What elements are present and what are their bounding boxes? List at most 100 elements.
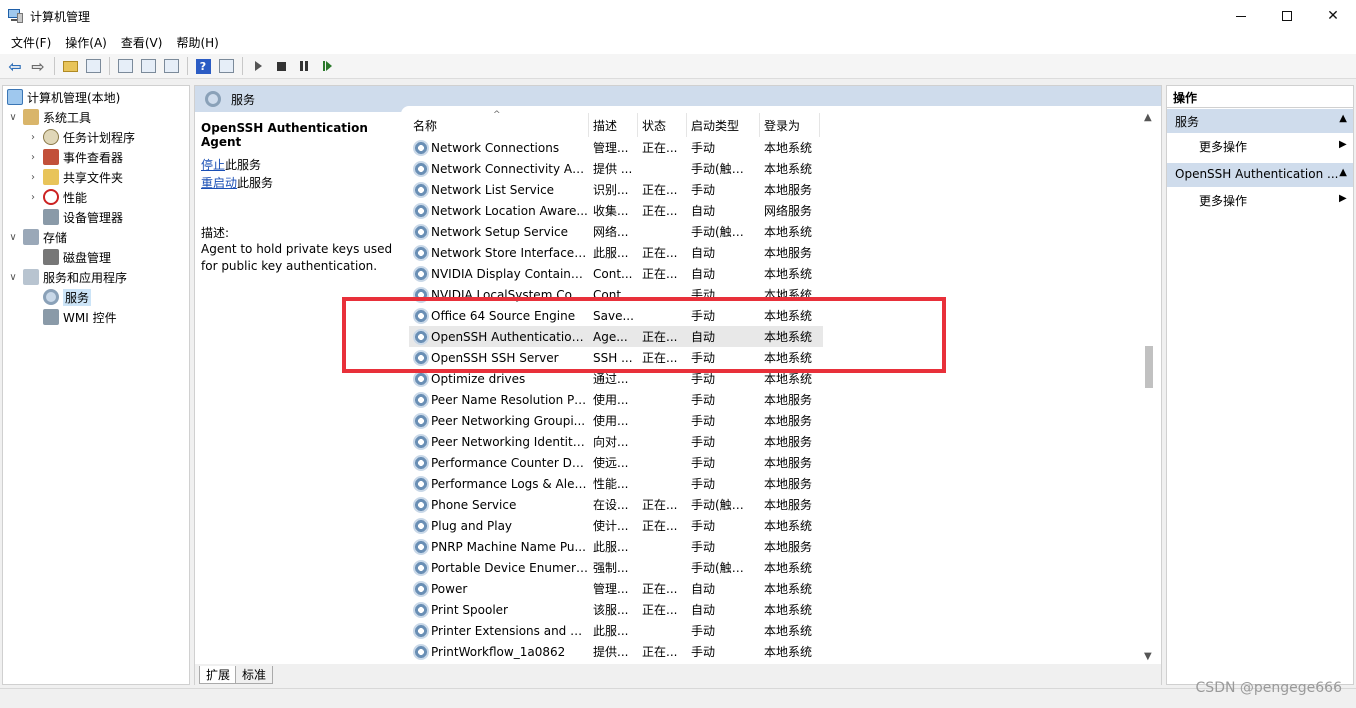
- service-row[interactable]: Network List Service 识别... 正在... 手动 本地服务: [409, 179, 823, 200]
- tree-item-services[interactable]: 服务: [43, 287, 92, 307]
- menu-view[interactable]: 查看(V): [114, 33, 170, 53]
- column-header-startup-type[interactable]: 启动类型: [687, 113, 760, 137]
- help-button[interactable]: ?: [192, 56, 214, 76]
- actions-pane: 操作 服务 ▲ 更多操作 ▶ OpenSSH Authentication ..…: [1166, 85, 1354, 685]
- tree-item-performance[interactable]: › 性能: [27, 187, 87, 207]
- service-name: Print Spooler: [431, 602, 508, 617]
- maximize-button[interactable]: [1264, 0, 1310, 32]
- properties-button[interactable]: [114, 56, 136, 76]
- pause-service-button[interactable]: [293, 56, 315, 76]
- tab-extended[interactable]: 扩展: [199, 666, 238, 684]
- tree-item-wmi-control[interactable]: WMI 控件: [43, 307, 117, 327]
- show-action-pane-button[interactable]: [215, 56, 237, 76]
- service-row[interactable]: Network Setup Service 网络... 手动(触发... 本地系统: [409, 221, 823, 242]
- service-description: 使远...: [593, 456, 629, 470]
- service-logon-as: 本地服务: [764, 183, 813, 197]
- refresh-icon: [140, 59, 156, 73]
- close-button[interactable]: ✕: [1310, 0, 1356, 32]
- expander-icon[interactable]: ›: [27, 152, 39, 163]
- vertical-scrollbar[interactable]: ▲ ▼: [1139, 110, 1159, 664]
- service-row[interactable]: Network Connectivity Ass... 提供 ... 手动(触发..…: [409, 158, 823, 179]
- scroll-up-icon[interactable]: ▲: [1144, 112, 1152, 123]
- tree-item-task-scheduler[interactable]: › 任务计划程序: [27, 127, 135, 147]
- service-row[interactable]: Plug and Play 使计... 正在... 手动 本地系统: [409, 515, 823, 536]
- back-button[interactable]: ⇦: [4, 56, 26, 76]
- tree-item-system-tools[interactable]: ∨ 系统工具: [7, 107, 91, 127]
- scroll-thumb[interactable]: [1145, 346, 1153, 388]
- tab-standard[interactable]: 标准: [235, 666, 274, 684]
- expander-icon[interactable]: ∨: [7, 232, 19, 243]
- service-description: 使计...: [593, 519, 629, 533]
- start-service-button[interactable]: [247, 56, 269, 76]
- stop-service-button[interactable]: [270, 56, 292, 76]
- back-arrow-icon: ⇦: [8, 56, 22, 76]
- expander-icon[interactable]: ›: [27, 172, 39, 183]
- service-row[interactable]: Network Location Aware... 收集... 正在... 自动 网络服…: [409, 200, 823, 221]
- service-row[interactable]: PNRP Machine Name Pu... 此服... 手动 本地服务: [409, 536, 823, 557]
- expander-icon[interactable]: ∨: [7, 272, 19, 283]
- service-row[interactable]: PrintWorkflow_1a0862 提供... 正在... 手动 本地系统: [409, 641, 823, 662]
- service-row[interactable]: Network Connections 管理... 正在... 手动 本地系统: [409, 137, 823, 158]
- service-status: 正在...: [642, 204, 678, 218]
- tree-item-storage[interactable]: ∨ 存储: [7, 227, 67, 247]
- service-row[interactable]: Power 管理... 正在... 自动 本地系统: [409, 578, 823, 599]
- collapse-up-icon[interactable]: ▲: [1339, 167, 1347, 178]
- service-row[interactable]: Peer Networking Identity... 向对... 手动 本地服务: [409, 431, 823, 452]
- expander-icon[interactable]: ›: [27, 192, 39, 203]
- menu-help[interactable]: 帮助(H): [169, 33, 225, 53]
- service-row[interactable]: NVIDIA Display Containe... Cont... 正在... 自动…: [409, 263, 823, 284]
- actions-section-openssh[interactable]: OpenSSH Authentication ... ▲: [1167, 163, 1353, 187]
- collapse-up-icon[interactable]: ▲: [1339, 113, 1347, 124]
- column-header-name[interactable]: 名称: [409, 113, 589, 137]
- menu-action[interactable]: 操作(A): [58, 33, 114, 53]
- tree-item-computer-management[interactable]: 计算机管理(本地): [7, 87, 120, 107]
- service-startup-type: 手动(触发...: [691, 225, 755, 239]
- disk-manage-icon: [43, 249, 59, 265]
- expander-icon[interactable]: ∨: [7, 112, 19, 123]
- restart-service-link[interactable]: 重启动: [201, 176, 237, 190]
- forward-button[interactable]: ⇨: [27, 56, 49, 76]
- service-row[interactable]: Printer Extensions and N... 此服... 手动 本地系统: [409, 620, 823, 641]
- tree-item-event-viewer[interactable]: › 事件查看器: [27, 147, 123, 167]
- service-name: Peer Networking Groupi...: [431, 413, 586, 428]
- service-status: 正在...: [642, 645, 678, 659]
- service-logon-as: 本地服务: [764, 540, 813, 554]
- service-row[interactable]: Network Store Interface ... 此服... 正在... 自动 本…: [409, 242, 823, 263]
- expander-icon[interactable]: ›: [27, 132, 39, 143]
- selected-service-title: OpenSSH Authentication Agent: [201, 121, 368, 149]
- toolbar-separator: [187, 57, 188, 75]
- tree-item-disk-management[interactable]: 磁盘管理: [43, 247, 111, 267]
- service-gear-icon: [413, 559, 429, 576]
- column-header-logon-as[interactable]: 登录为: [760, 113, 820, 137]
- column-header-status[interactable]: 状态: [638, 113, 687, 137]
- menu-file[interactable]: 文件(F): [4, 33, 58, 53]
- more-actions-openssh[interactable]: 更多操作: [1199, 192, 1247, 209]
- service-row[interactable]: Phone Service 在设... 正在... 手动(触发... 本地服务: [409, 494, 823, 515]
- service-row[interactable]: Performance Logs & Aler... 性能... 手动 本地服务: [409, 473, 823, 494]
- more-actions-services[interactable]: 更多操作: [1199, 138, 1247, 155]
- service-row[interactable]: Print Spooler 该服... 正在... 自动 本地系统: [409, 599, 823, 620]
- scroll-down-icon[interactable]: ▼: [1144, 651, 1152, 662]
- up-folder-button[interactable]: [59, 56, 81, 76]
- minimize-button[interactable]: [1218, 0, 1264, 32]
- service-row[interactable]: Peer Name Resolution Pr... 使用... 手动 本地服务: [409, 389, 823, 410]
- tree-item-services-and-apps[interactable]: ∨ 服务和应用程序: [7, 267, 127, 287]
- tree-item-device-manager[interactable]: 设备管理器: [43, 207, 123, 227]
- service-name: PrintWorkflow_1a0862: [431, 644, 566, 659]
- services-list: ^ 名称 描述 状态 启动类型 登录为 Network Connections 管…: [401, 106, 1161, 662]
- service-row[interactable]: Peer Networking Groupi... 使用... 手动 本地服务: [409, 410, 823, 431]
- actions-section-services[interactable]: 服务 ▲: [1167, 109, 1353, 133]
- service-row[interactable]: Portable Device Enumera... 强制... 手动(触发... 本…: [409, 557, 823, 578]
- toolbar-separator: [109, 57, 110, 75]
- restart-service-button[interactable]: [316, 56, 338, 76]
- export-list-button[interactable]: [160, 56, 182, 76]
- play-icon: [254, 61, 262, 71]
- service-row[interactable]: Performance Counter DL... 使远... 手动 本地服务: [409, 452, 823, 473]
- show-hide-tree-button[interactable]: [82, 56, 104, 76]
- stop-service-link[interactable]: 停止: [201, 158, 225, 172]
- refresh-button[interactable]: [137, 56, 159, 76]
- service-startup-type: 手动: [691, 477, 716, 491]
- column-header-description[interactable]: 描述: [589, 113, 638, 137]
- services-icon: [43, 289, 59, 305]
- tree-item-shared-folders[interactable]: › 共享文件夹: [27, 167, 123, 187]
